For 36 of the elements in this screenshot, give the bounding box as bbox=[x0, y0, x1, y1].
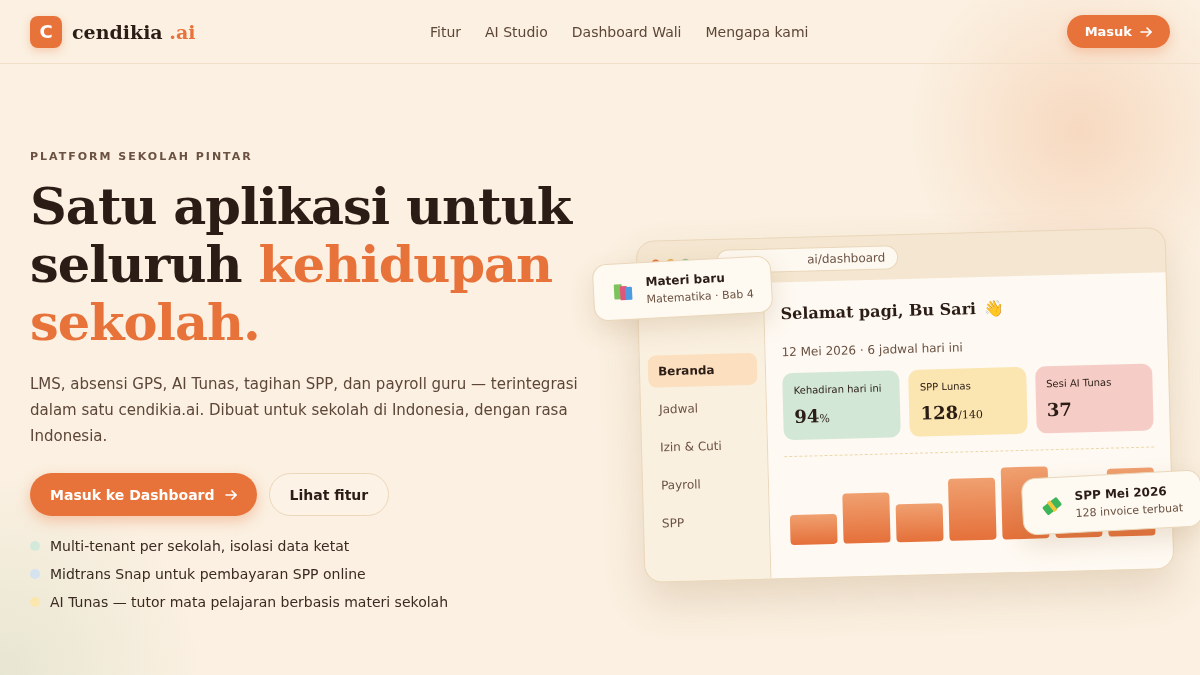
stat-value: 94% bbox=[794, 404, 831, 427]
features-button[interactable]: Lihat fitur bbox=[268, 473, 390, 516]
chart-bar bbox=[947, 477, 997, 541]
sidebar-item[interactable]: Jadwal bbox=[648, 390, 759, 426]
eyebrow-text: PLATFORM SEKOLAH PINTAR bbox=[30, 150, 254, 163]
feature-text: Midtrans Snap untuk pembayaran SPP online bbox=[50, 566, 366, 582]
stat-label: Kehadiran hari ini bbox=[793, 382, 883, 396]
nav-link[interactable]: Mengapa kami bbox=[705, 23, 809, 40]
feature-text: AI Tunas — tutor mata pelajaran berbasis materi sekolah bbox=[50, 594, 449, 610]
feature-text: Multi-tenant per sekolah, isolasi data ketat bbox=[50, 538, 350, 554]
stat-value: 128/140 bbox=[920, 400, 985, 424]
arrow-right-icon bbox=[224, 488, 237, 501]
headline-line: Satu aplikasi untuk bbox=[30, 177, 574, 235]
greeting-text: Selamat pagi, Bu Sari bbox=[780, 299, 977, 324]
sidebar-item[interactable]: SPP bbox=[651, 504, 762, 540]
headline-line: seluruh kehidupan bbox=[30, 235, 554, 293]
sidebar-item[interactable]: Payroll bbox=[650, 466, 761, 502]
headline-line: sekolah. bbox=[30, 293, 260, 351]
brand-name[interactable]: cendikia .ai bbox=[72, 20, 196, 43]
wave-emoji: 👋 bbox=[983, 298, 1005, 318]
notification-subtitle: 128 invoice terbuat bbox=[1075, 501, 1184, 520]
notification-subtitle: Matematika · Bab 4 bbox=[646, 287, 755, 306]
stat-label: Sesi AI Tunas bbox=[1046, 375, 1113, 390]
stat-value: 37 bbox=[1046, 397, 1074, 421]
nav-link[interactable]: Fitur bbox=[430, 23, 462, 40]
chart-bar bbox=[789, 513, 838, 546]
chart-bar bbox=[895, 503, 944, 543]
nav-link[interactable]: AI Studio bbox=[485, 23, 548, 40]
description-text: LMS, absensi GPS, AI Tunas, tagihan SPP, dan payroll guru — terintegrasi dalam satu cendikia.ai. Dibuat untuk sekolah di Indonesia, dengan rasa Indonesia. bbox=[30, 374, 579, 447]
sidebar-item[interactable]: Izin & Cuti bbox=[649, 428, 760, 464]
sidebar-item[interactable]: Beranda bbox=[647, 352, 758, 388]
arrow-right-icon bbox=[1140, 25, 1152, 38]
stat-label: SPP Lunas bbox=[919, 379, 972, 393]
chart-bar bbox=[842, 492, 891, 544]
date-text: 12 Mei 2026 · 6 jadwal hari ini bbox=[781, 339, 965, 360]
nav-link[interactable]: Dashboard Wali bbox=[571, 23, 682, 40]
